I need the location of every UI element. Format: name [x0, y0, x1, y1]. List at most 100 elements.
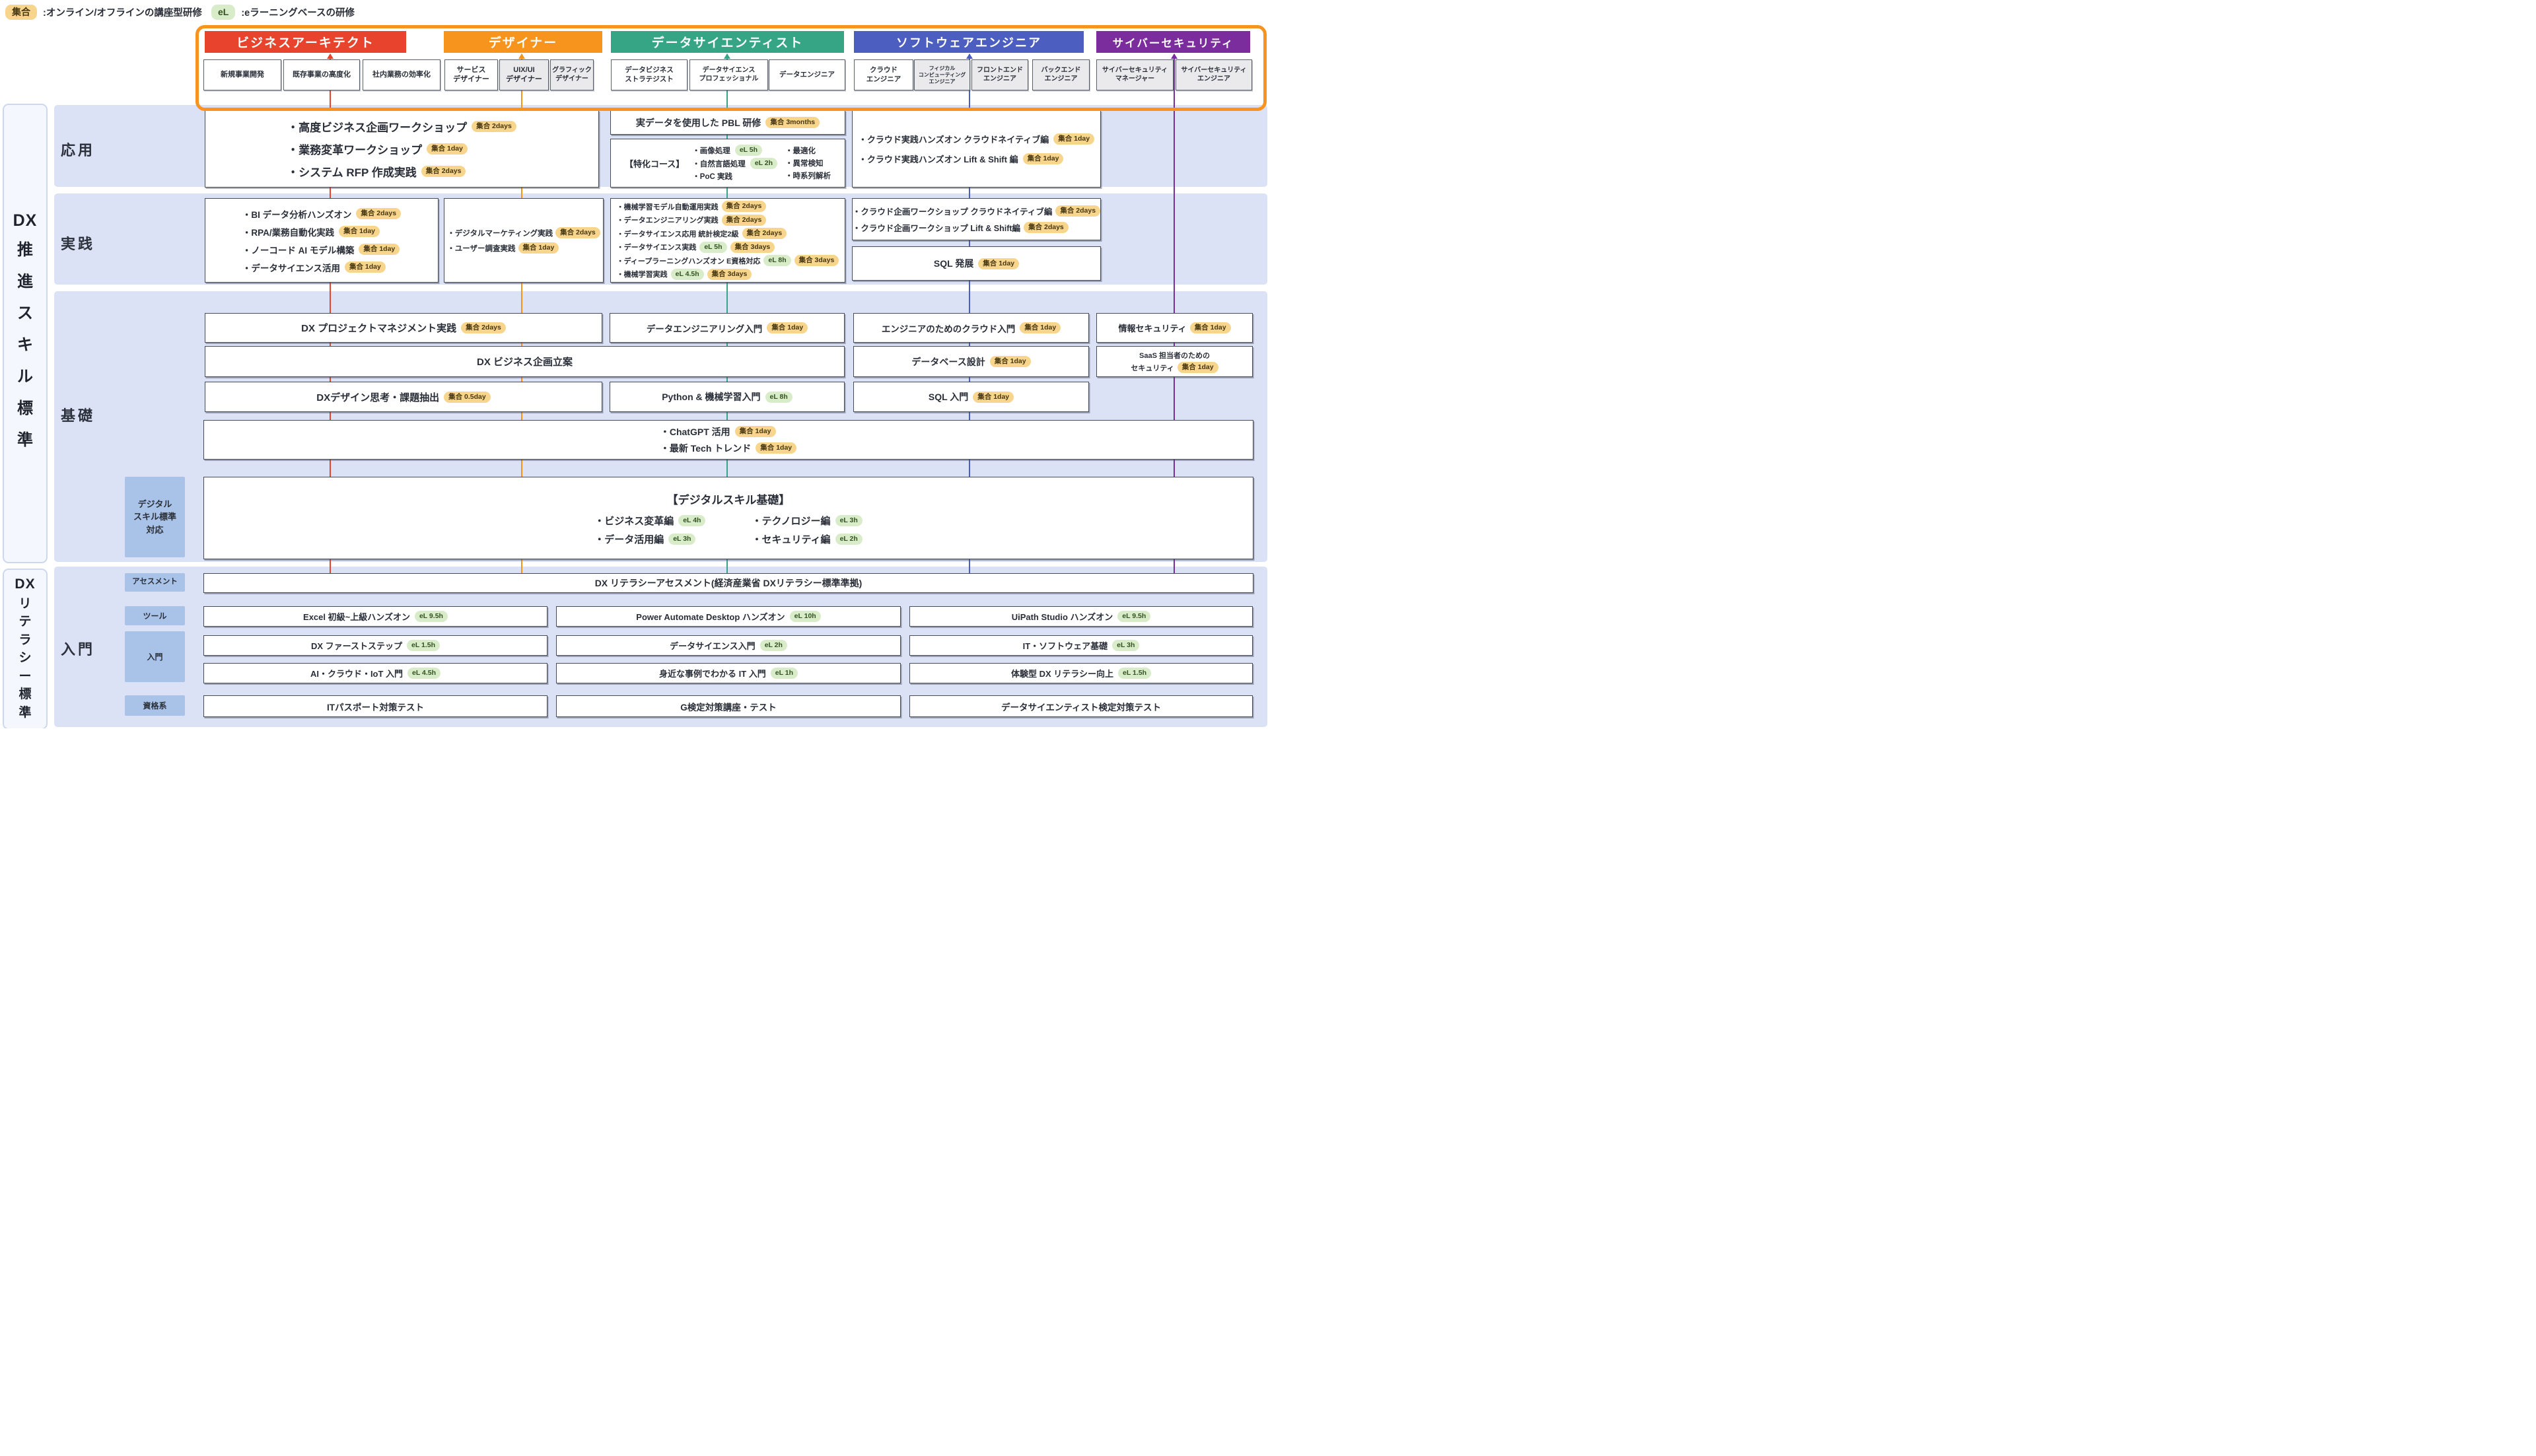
course-title: 情報セキュリティ	[1118, 322, 1186, 334]
course-ba-applied-workshops: ・高度ビジネス企画ワークショップ集合 2days ・業務変革ワークショップ集合 …	[205, 110, 599, 188]
shugo-badge: 集合 1day	[735, 426, 776, 437]
course-title: ・最適化	[785, 145, 816, 156]
course-title: SQL 発展	[934, 257, 973, 270]
legend-el: eL :eラーニングベースの研修	[211, 5, 355, 20]
shugo-badge: 集合 2days	[722, 201, 767, 212]
arrow-up-icon	[1171, 53, 1178, 59]
course-python-ml-intro: Python & 機械学習入門eL 8h	[610, 382, 845, 412]
el-badge: eL 8h	[765, 392, 792, 403]
course-title: ・RPA/業務自動化実践	[242, 225, 334, 238]
label-assessment: アセスメント	[125, 573, 185, 592]
course-title: ・ノーコード AI モデル構築	[242, 243, 355, 256]
subrole-new-business: 新規事業開発	[203, 59, 281, 90]
course-title: ・デジタルマーケティング実践	[447, 228, 553, 238]
course-ai-cloud-iot-intro: AI・クラウド・IoT 入門eL 4.5h	[203, 663, 547, 683]
el-badge: eL 5h	[699, 242, 726, 253]
course-title: G検定対策講座・テスト	[680, 700, 777, 713]
course-title: データエンジニアリング入門	[647, 322, 763, 335]
legend-shugo: 集合 :オンライン/オフラインの講座型研修	[5, 5, 202, 20]
course-title: ・システム RFP 作成実践	[287, 163, 417, 180]
el-legend-badge: eL	[211, 5, 235, 20]
course-title: ・ChatGPT 活用	[660, 425, 730, 438]
course-title: ITパスポート対策テスト	[327, 700, 424, 713]
course-title: ・クラウド実践ハンズオン クラウドネイティブ編	[859, 133, 1049, 145]
course-title: AI・クラウド・IoT 入門	[310, 667, 403, 679]
course-title: 身近な事例でわかる IT 入門	[659, 667, 766, 679]
course-title: ・時系列解析	[785, 170, 831, 181]
subrole-backend-engineer: バックエンド エンジニア	[1032, 59, 1090, 90]
el-badge: eL 2h	[835, 534, 863, 545]
sidebar-dx-skill-standard: DX 推進スキル標準	[3, 104, 48, 563]
course-title: ・データサイエンス応用 統計検定2級	[617, 228, 739, 239]
role-software-engineer: ソフトウェアエンジニア	[854, 31, 1084, 53]
course-title: ・機械学習実践	[617, 269, 668, 279]
shugo-badge: 集合 1day	[1053, 133, 1094, 145]
course-title: ・最新 Tech トレンド	[660, 442, 751, 455]
course-dx-business-planning: DX ビジネス企画立案	[205, 346, 845, 377]
course-ds-practice: ・機械学習モデル自動運用実践集合 2days ・データエンジニアリング実践集合 …	[610, 198, 845, 283]
shugo-badge: 集合 1day	[345, 261, 386, 273]
el-badge: eL 1.5h	[1118, 668, 1151, 679]
el-badge: eL 3h	[835, 515, 863, 526]
shugo-badge: 集合 3days	[730, 242, 775, 253]
shugo-badge: 集合 1day	[1190, 322, 1231, 333]
course-title: ・業務変革ワークショップ	[287, 141, 422, 157]
course-g-test-prep: G検定対策講座・テスト	[556, 695, 901, 717]
shugo-badge: 集合 1day	[1178, 362, 1218, 373]
course-dx-project-management: DX プロジェクトマネジメント実践集合 2days	[205, 313, 602, 343]
course-title: 実データを使用した PBL 研修	[636, 116, 761, 129]
shugo-badge: 集合 1day	[973, 392, 1014, 403]
shugo-badge: 集合 1day	[767, 322, 808, 333]
course-title: ・PoC 実践	[692, 171, 732, 182]
course-title: ・テクノロジー編	[752, 514, 830, 528]
course-title: ・BI データ分析ハンズオン	[242, 207, 351, 221]
el-badge: eL 3h	[668, 534, 695, 545]
course-dx-design-thinking: DXデザイン思考・課題抽出集合 0.5day	[205, 382, 602, 412]
course-title: ・データサイエンス活用	[242, 261, 340, 274]
course-title: ・クラウド実践ハンズオン Lift & Shift 編	[859, 153, 1018, 165]
course-title: ・ユーザー調査実践	[447, 243, 515, 254]
shugo-badge: 集合 1day	[339, 226, 380, 237]
sidebar-dx-literacy-standard: DX リテラシー標準	[3, 569, 48, 728]
row-label-intro: 入門	[61, 638, 95, 659]
course-title: ・データサイエンス実践	[617, 242, 697, 252]
course-title: ・高度ビジネス企画ワークショップ	[287, 118, 467, 135]
subrole-cybersecurity-engineer: サイバーセキュリティ エンジニア	[1176, 59, 1252, 90]
subrole-physical-computing-engineer: フィジカル コンピューティング エンジニア	[914, 59, 970, 90]
course-designer-practice: ・デジタルマーケティング実践集合 2days ・ユーザー調査実践集合 1day	[444, 198, 604, 283]
course-title: エンジニアのためのクラウド入門	[882, 322, 1016, 335]
course-title: ・自然言語処理	[692, 158, 746, 169]
course-experiential-dx-literacy: 体験型 DX リテラシー向上 eL 1.5h	[909, 663, 1253, 683]
el-badge: eL 2h	[760, 640, 787, 651]
subrole-existing-business: 既存事業の高度化	[283, 59, 360, 90]
shugo-badge: 集合 1day	[1023, 153, 1064, 164]
course-title: 体験型 DX リテラシー向上	[1011, 667, 1113, 679]
shugo-badge: 集合 2days	[421, 166, 466, 177]
course-dx-first-step: DX ファーストステップeL 1.5h	[203, 635, 547, 656]
course-data-science-intro: データサイエンス入門eL 2h	[556, 635, 901, 656]
course-database-design: データベース設計集合 1day	[853, 346, 1089, 377]
subrole-cybersecurity-manager: サイバーセキュリティ マネージャー	[1096, 59, 1174, 90]
course-se-cloud-handson: ・クラウド実践ハンズオン クラウドネイティブ編集合 1day ・クラウド実践ハン…	[852, 110, 1101, 188]
label-certification: 資格系	[125, 695, 185, 716]
course-uipath-handson: UiPath Studio ハンズオンeL 9.5h	[909, 606, 1253, 627]
el-badge: eL 10h	[790, 611, 821, 622]
course-title: ・画像処理	[692, 145, 730, 156]
shugo-badge: 集合 1day	[518, 242, 559, 254]
course-information-security: 情報セキュリティ集合 1day	[1096, 313, 1253, 343]
course-sql-advanced: SQL 発展集合 1day	[852, 246, 1101, 281]
course-title: ・クラウド企画ワークショップ Lift & Shift編	[853, 221, 1020, 234]
course-data-engineering-intro: データエンジニアリング入門集合 1day	[610, 313, 845, 343]
course-title: セキュリティ	[1131, 363, 1174, 373]
course-ds-pbl: 実データを使用した PBL 研修集合 3months	[610, 110, 845, 135]
arrow-up-icon	[327, 53, 334, 59]
el-badge: eL 9.5h	[1117, 611, 1150, 622]
shugo-badge: 集合 3days	[707, 269, 752, 280]
shugo-badge: 集合 2days	[742, 228, 787, 239]
course-title: DX プロジェクトマネジメント実践	[301, 321, 456, 335]
course-dx-literacy-assessment: DX リテラシーアセスメント(経済産業省 DXリテラシー標準準拠)	[203, 573, 1253, 593]
specialized-label: 【特化コース】	[625, 157, 684, 170]
course-title: ・異常検知	[785, 158, 824, 168]
shugo-badge: 集合 2days	[722, 215, 767, 226]
label-tool: ツール	[125, 606, 185, 625]
